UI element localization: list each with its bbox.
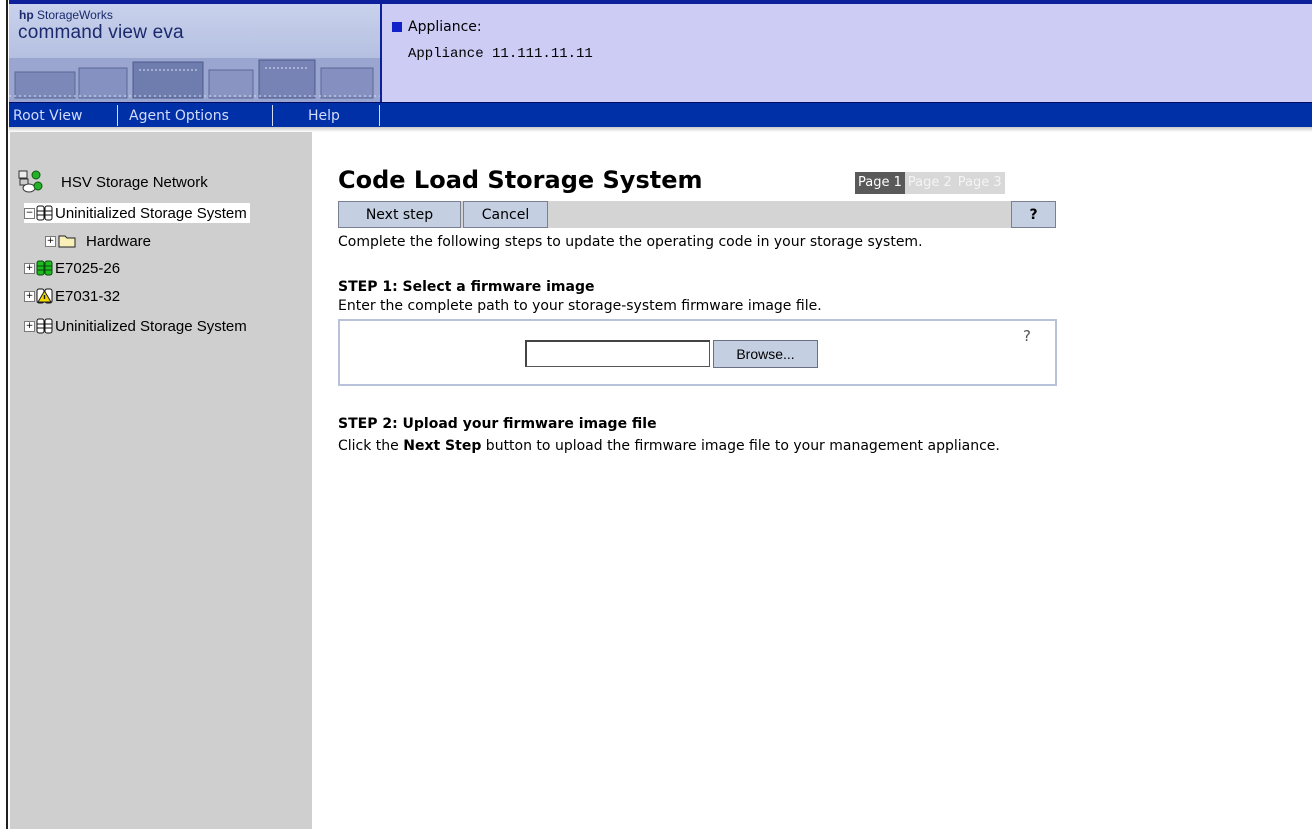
expand-icon[interactable]: + xyxy=(45,235,56,247)
firmware-path-input[interactable] xyxy=(525,340,710,367)
tree-node-label: Hardware xyxy=(86,232,152,250)
hp-brand: hp xyxy=(19,8,34,22)
cancel-button[interactable]: Cancel xyxy=(463,201,548,228)
nav-help[interactable]: Help xyxy=(308,103,340,128)
product-name: command view eva xyxy=(18,22,184,43)
step2-text-end: button to upload the firmware image file… xyxy=(481,438,1000,454)
appliance-bullet-icon xyxy=(392,22,402,32)
nav-separator xyxy=(379,105,380,126)
step2-text-start: Click the xyxy=(338,438,404,454)
appliance-panel: Appliance: Appliance 11.111.11.11 xyxy=(380,4,1312,102)
page-1-indicator: Page 1 xyxy=(855,172,905,194)
window-left-border xyxy=(0,0,8,829)
page-2-indicator: Page 2 xyxy=(904,172,955,194)
browse-button[interactable]: Browse... xyxy=(713,340,818,368)
tree-node-uninitialized-storage-system[interactable]: − Uninitialized Storage System xyxy=(24,203,250,223)
storageworks-brand: StorageWorks xyxy=(37,8,113,22)
tree-node-label: E7031-32 xyxy=(55,287,121,305)
storage-system-icon xyxy=(36,318,53,334)
storage-system-warning-icon xyxy=(36,288,53,304)
header-banner: hp StorageWorks command view eva Applian… xyxy=(9,0,1312,132)
storage-hardware-illustration xyxy=(9,58,380,102)
instructions-text: Complete the following steps to update t… xyxy=(338,234,923,250)
nav-root-view[interactable]: Root View xyxy=(13,103,82,128)
top-nav-bar: Root View Agent Options Help xyxy=(9,102,1312,128)
tree-node-e7025-26[interactable]: + E7025-26 xyxy=(24,258,120,278)
tree-node-hardware[interactable]: + Hardware xyxy=(45,231,151,251)
storage-network-icon xyxy=(18,170,43,193)
brand-line: hp StorageWorks xyxy=(19,8,113,22)
tree-node-label: Uninitialized Storage System xyxy=(55,317,247,335)
expand-icon[interactable]: + xyxy=(24,320,35,332)
collapse-icon[interactable]: − xyxy=(24,207,35,219)
tree-node-uninitialized-storage-system-2[interactable]: + Uninitialized Storage System xyxy=(24,316,247,336)
wizard-toolbar: Next step Cancel ? xyxy=(338,201,1056,228)
page-title: Code Load Storage System xyxy=(338,166,703,194)
tree-node-e7031-32[interactable]: + E7031-32 xyxy=(24,286,120,306)
tree-node-label: Uninitialized Storage System xyxy=(55,204,247,222)
page-indicator: Page 1 Page 2 Page 3 xyxy=(855,172,1005,194)
next-step-button[interactable]: Next step xyxy=(338,201,461,228)
nav-agent-options[interactable]: Agent Options xyxy=(129,103,229,128)
storage-system-icon xyxy=(36,205,53,221)
expand-icon[interactable]: + xyxy=(24,290,35,302)
help-button[interactable]: ? xyxy=(1011,201,1056,228)
tree-node-hsv-storage-network[interactable]: HSV Storage Network xyxy=(18,170,208,193)
step1-heading: STEP 1: Select a firmware image xyxy=(338,279,595,295)
tree-node-label: E7025-26 xyxy=(55,259,121,277)
step1-instructions: Enter the complete path to your storage-… xyxy=(338,298,822,314)
step2-instructions: Click the Next Step button to upload the… xyxy=(338,436,1068,457)
expand-icon[interactable]: + xyxy=(24,262,35,274)
step2-heading: STEP 2: Upload your firmware image file xyxy=(338,416,657,432)
step2-next-step-emphasis: Next Step xyxy=(403,438,482,454)
appliance-label: Appliance: xyxy=(408,19,482,35)
nav-separator xyxy=(272,105,273,126)
storage-system-green-icon xyxy=(36,260,53,276)
step1-help-icon[interactable]: ? xyxy=(1023,327,1031,345)
page-3-indicator: Page 3 xyxy=(954,172,1005,194)
appliance-value: Appliance 11.111.11.11 xyxy=(408,46,593,62)
nav-separator xyxy=(117,105,118,126)
product-logo: hp StorageWorks command view eva xyxy=(9,4,380,102)
tree-node-label: HSV Storage Network xyxy=(61,173,208,191)
folder-icon xyxy=(58,235,76,248)
